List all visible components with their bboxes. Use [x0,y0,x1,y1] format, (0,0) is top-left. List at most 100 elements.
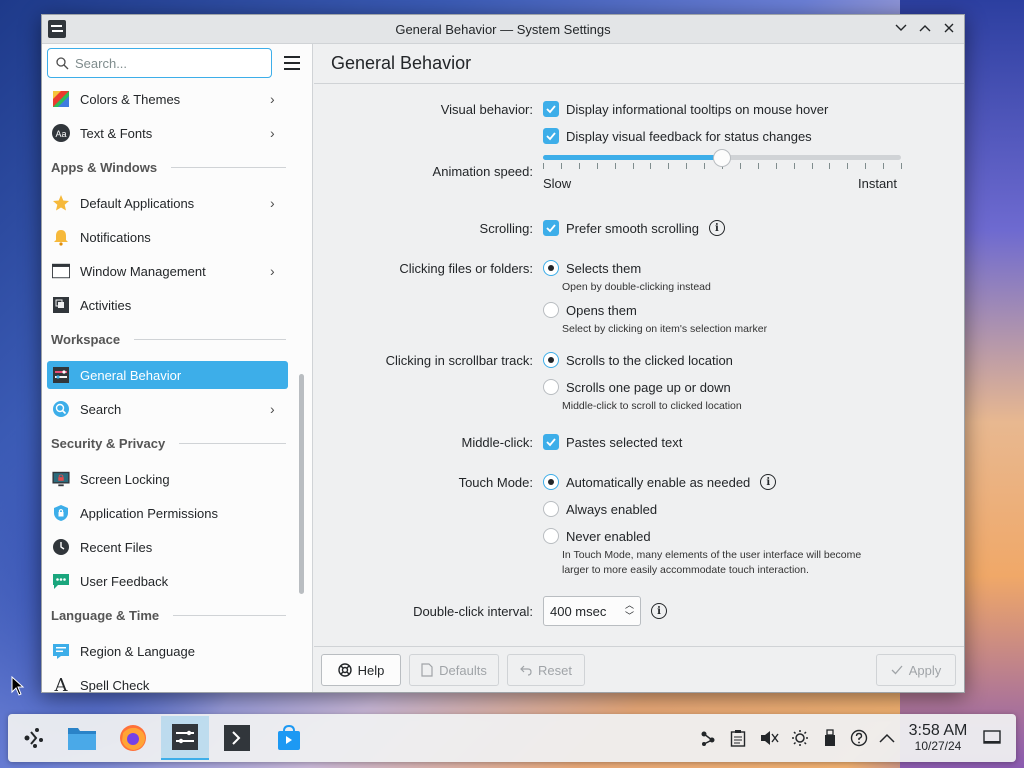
search-input[interactable] [75,55,255,71]
desktop-icon [983,730,1001,744]
radio-selected-icon [543,260,559,276]
touch-never-radio[interactable]: Never enabled [543,528,651,544]
checkbox-checked-icon [543,220,559,236]
slider-handle[interactable] [713,149,731,167]
sidebar-item-region-language[interactable]: Region & Language [47,637,288,665]
plasma-launcher-icon [24,728,43,748]
clock-icon [52,538,70,556]
usb-drive-icon [825,729,835,746]
network-tray[interactable] [698,728,718,748]
spin-down-icon[interactable]: ﹀ [625,611,634,622]
digital-clock[interactable]: 3:58 AM 10/27/24 [906,722,970,753]
animation-speed-slider[interactable] [543,145,902,169]
settings-form: Visual behavior: Display informational t… [314,85,964,645]
sidebar-item-recent-files[interactable]: Recent Files [47,533,288,561]
status-feedback-checkbox[interactable]: Display visual feedback for status chang… [543,128,812,144]
sidebar-item-text-fonts[interactable]: Aa Text & Fonts › [47,119,288,147]
minimize-button[interactable] [892,19,910,37]
sidebar-item-colors-themes[interactable]: Colors & Themes › [47,85,288,113]
animation-speed-label: Animation speed: [432,164,533,179]
touch-auto-radio[interactable]: Automatically enable as needed i [543,474,777,490]
scroll-to-location-radio[interactable]: Scrolls to the clicked location [543,352,733,368]
sidebar-item-general-behavior[interactable]: General Behavior [47,361,288,389]
star-icon [52,194,70,212]
taskbar-dolphin[interactable] [58,716,106,760]
volume-tray[interactable] [759,728,779,748]
application-launcher-button[interactable] [10,716,58,760]
sidebar-scrollbar[interactable] [299,374,304,594]
scrollbar-track-label: Clicking in scrollbar track: [385,353,533,368]
slider-tick [578,163,580,169]
help-circle-icon [850,729,868,747]
apply-button[interactable]: Apply [876,654,956,686]
slider-min-label: Slow [543,176,572,191]
sidebar-item-spell-check[interactable]: A Spell Check [47,671,288,693]
show-hidden-icons-button[interactable] [877,728,897,748]
sidebar-item-window-management[interactable]: Window Management › [47,257,288,285]
slider-tick [668,163,670,169]
info-icon[interactable]: i [708,220,725,236]
window-title: General Behavior — System Settings [395,21,611,37]
sidebar-item-user-feedback[interactable]: User Feedback [47,567,288,595]
sidebar-item-default-applications[interactable]: Default Applications › [47,189,288,217]
taskbar-firefox[interactable] [109,716,157,760]
defaults-button[interactable]: Defaults [409,654,499,686]
sidebar-item-search[interactable]: Search › [47,395,288,423]
mouse-cursor-icon [11,676,25,696]
clipboard-tray[interactable] [728,728,748,748]
activities-icon [52,296,70,314]
radio-unselected-icon [543,528,559,544]
selects-them-radio[interactable]: Selects them [543,260,641,276]
taskbar-system-settings[interactable] [161,716,209,760]
button-bar: Help Defaults Reset Apply [314,646,964,692]
brightness-icon [792,730,808,746]
checkbox-checked-icon [543,101,559,117]
radio-unselected-icon [543,501,559,517]
colors-themes-icon [52,90,70,108]
hint-text: Middle-click to scroll to clicked locati… [562,400,742,412]
taskbar-konsole[interactable] [213,716,261,760]
spin-up-icon[interactable]: ︿ [625,600,634,611]
section-security-privacy: Security & Privacy [51,436,286,451]
reset-button[interactable]: Reset [507,654,585,686]
sidebar-item-application-permissions[interactable]: Application Permissions [47,499,288,527]
section-workspace: Workspace [51,332,286,347]
radio-selected-icon [543,474,559,490]
double-click-spinbox[interactable]: 400 msec ︿ ﹀ [543,596,641,626]
paste-selected-checkbox[interactable]: Pastes selected text [543,434,682,450]
opens-them-radio[interactable]: Opens them [543,302,637,318]
chevron-right-icon: › [270,263,275,279]
touch-always-radio[interactable]: Always enabled [543,501,657,517]
brightness-tray[interactable] [790,728,810,748]
chevron-right-icon: › [270,195,275,211]
removable-device-tray[interactable] [820,728,840,748]
sidebar-item-screen-locking[interactable]: Screen Locking [47,465,288,493]
help-tray[interactable] [849,728,869,748]
slider-max-label: Instant [858,176,898,191]
slider-tick [650,163,652,169]
show-desktop-button[interactable] [982,728,1002,748]
main-panel: General Behavior Visual behavior: Displa… [314,44,964,692]
maximize-button[interactable] [916,19,934,37]
info-icon[interactable]: i [760,474,777,490]
smooth-scrolling-checkbox[interactable]: Prefer smooth scrolling i [543,220,725,236]
firefox-icon [120,725,146,751]
scroll-one-page-radio[interactable]: Scrolls one page up or down [543,379,731,395]
scrolling-label: Scrolling: [479,221,533,236]
tooltips-checkbox[interactable]: Display informational tooltips on mouse … [543,101,828,117]
close-button[interactable] [940,19,958,37]
help-button[interactable]: Help [321,654,401,686]
slider-tick [686,163,688,169]
slider-tick [596,163,598,169]
sidebar-item-notifications[interactable]: Notifications [47,223,288,251]
radio-unselected-icon [543,379,559,395]
sidebar-item-activities[interactable]: Activities [47,291,288,319]
page-title: General Behavior [314,44,964,84]
taskbar-discover[interactable] [265,716,313,760]
info-icon[interactable]: i [651,603,667,619]
search-field[interactable] [47,48,272,78]
chevron-up-icon [879,733,895,743]
hamburger-menu-button[interactable] [281,52,303,74]
sidebar: Colors & Themes › Aa Text & Fonts › Apps… [42,44,313,692]
slider-tick [543,163,544,169]
